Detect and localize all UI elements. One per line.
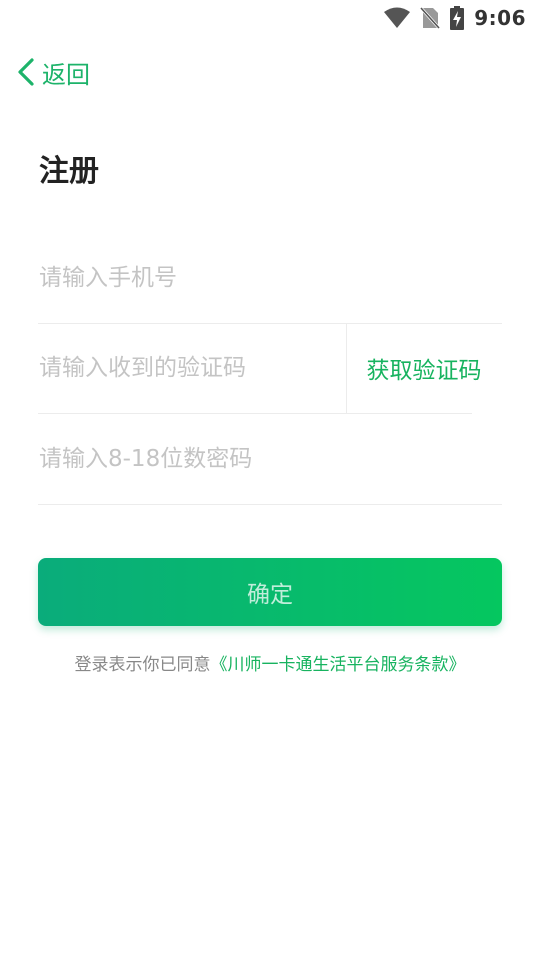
terms-link[interactable]: 《川师一卡通生活平台服务条款》 bbox=[211, 655, 466, 675]
status-bar: 9:06 bbox=[0, 0, 540, 36]
agreement-text: 登录表示你已同意《川师一卡通生活平台服务条款》 bbox=[0, 650, 540, 675]
status-time: 9:06 bbox=[474, 6, 526, 30]
back-button[interactable]: 返回 bbox=[16, 52, 90, 92]
confirm-button[interactable]: 确定 bbox=[38, 558, 502, 626]
verification-code-input[interactable] bbox=[38, 323, 345, 413]
wifi-icon bbox=[384, 7, 411, 29]
password-field-row bbox=[38, 414, 503, 505]
code-field-row: 获取验证码 bbox=[38, 323, 482, 414]
chevron-left-icon bbox=[16, 57, 36, 87]
back-label: 返回 bbox=[42, 60, 90, 89]
agreement-prefix: 登录表示你已同意 bbox=[74, 655, 211, 675]
password-input[interactable] bbox=[38, 414, 503, 504]
phone-field-row bbox=[38, 233, 503, 324]
no-sim-icon bbox=[420, 6, 441, 30]
get-code-button[interactable]: 获取验证码 bbox=[346, 323, 502, 413]
battery-charging-icon bbox=[450, 6, 465, 30]
phone-input[interactable] bbox=[38, 233, 503, 323]
page-title: 注册 bbox=[39, 154, 99, 189]
status-icons: 9:06 bbox=[384, 6, 526, 30]
